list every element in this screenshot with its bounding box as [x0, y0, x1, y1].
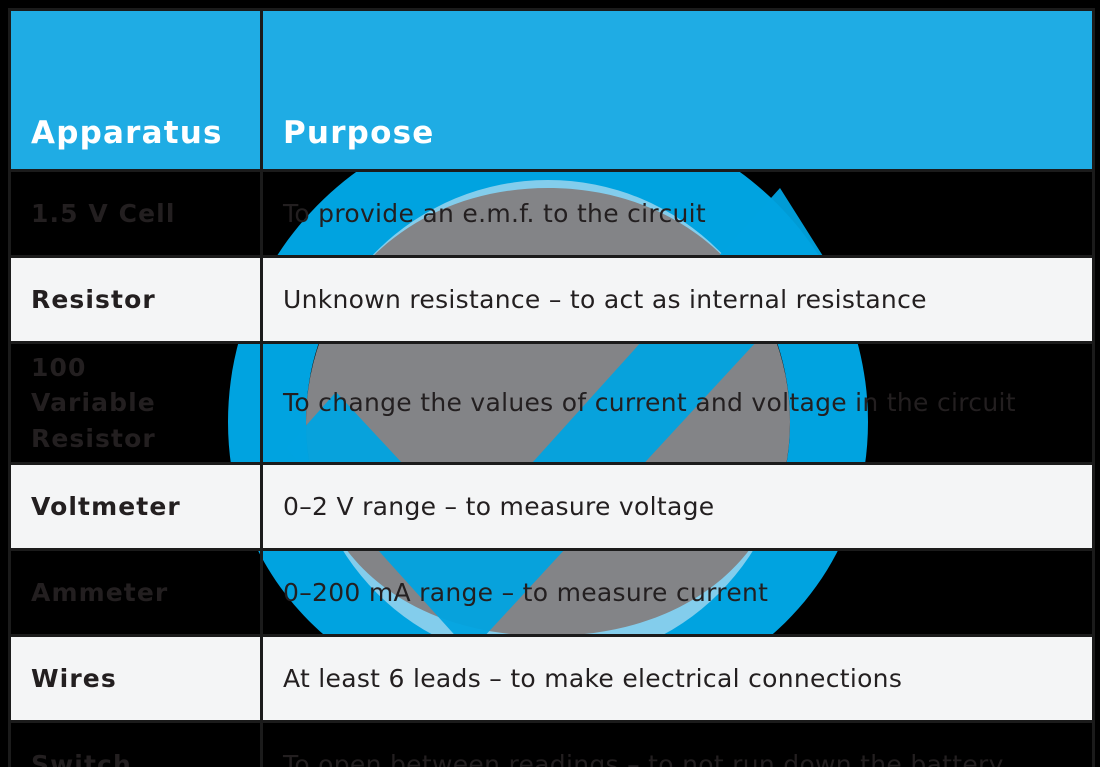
table-row: 100 Variable Resistor To change the value…: [8, 341, 1095, 465]
cell-apparatus: 100 Variable Resistor: [8, 341, 263, 465]
cell-apparatus: 1.5 V Cell: [8, 169, 263, 258]
table-row: 1.5 V Cell To provide an e.m.f. to the c…: [8, 169, 1095, 258]
screenshot-root: Apparatus Purpose 1.5 V Cell To provide …: [0, 0, 1100, 767]
cell-apparatus: Resistor: [8, 255, 263, 344]
cell-apparatus: Ammeter: [8, 548, 263, 637]
table-header-row: Apparatus Purpose: [8, 8, 1095, 172]
table-row: Voltmeter 0–2 V range – to measure volta…: [8, 462, 1095, 551]
cell-apparatus: Voltmeter: [8, 462, 263, 551]
cell-purpose: At least 6 leads – to make electrical co…: [260, 634, 1095, 723]
cell-purpose: To change the values of current and volt…: [260, 341, 1095, 465]
table-row: Ammeter 0–200 mA range – to measure curr…: [8, 548, 1095, 637]
cell-purpose: 0–2 V range – to measure voltage: [260, 462, 1095, 551]
cell-apparatus: Switch: [8, 720, 263, 767]
table-row: Wires At least 6 leads – to make electri…: [8, 634, 1095, 723]
column-header-purpose: Purpose: [260, 8, 1095, 172]
cell-purpose: To open between readings – to not run do…: [260, 720, 1095, 767]
table-row: Resistor Unknown resistance – to act as …: [8, 255, 1095, 344]
cell-purpose: 0–200 mA range – to measure current: [260, 548, 1095, 637]
cell-purpose: Unknown resistance – to act as internal …: [260, 255, 1095, 344]
resistor-label: Variable Resistor: [31, 388, 156, 453]
column-header-apparatus: Apparatus: [8, 8, 263, 172]
cell-apparatus: Wires: [8, 634, 263, 723]
table-body: 1.5 V Cell To provide an e.m.f. to the c…: [8, 169, 1095, 767]
table-head: Apparatus Purpose: [8, 8, 1095, 172]
apparatus-table-container: Apparatus Purpose 1.5 V Cell To provide …: [8, 8, 1095, 767]
cell-purpose: To provide an e.m.f. to the circuit: [260, 169, 1095, 258]
table-row: Switch To open between readings – to not…: [8, 720, 1095, 767]
resistance-value: 100: [31, 352, 87, 382]
apparatus-table: Apparatus Purpose 1.5 V Cell To provide …: [8, 8, 1095, 767]
